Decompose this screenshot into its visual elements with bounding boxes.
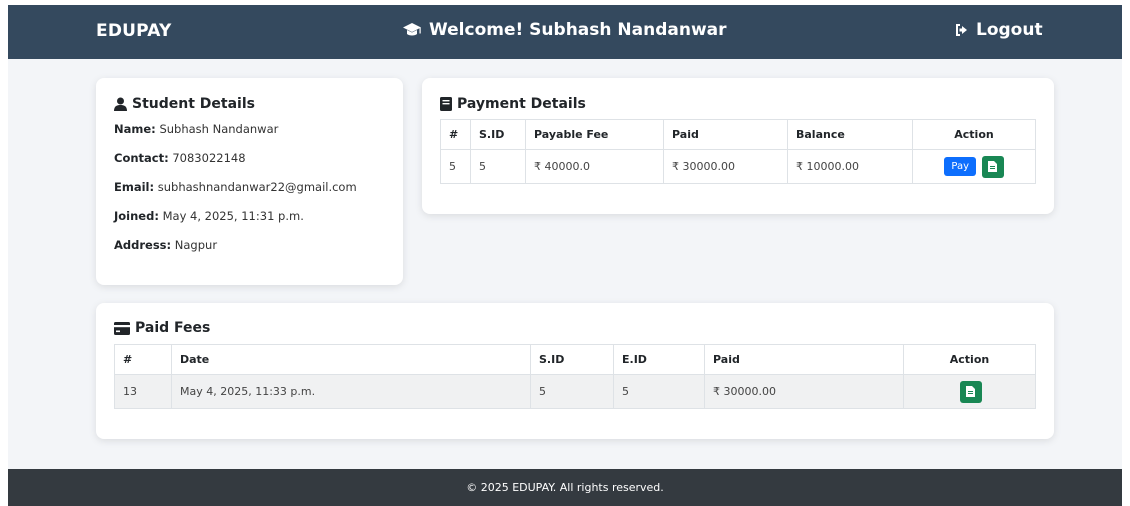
receipt-button[interactable] [981, 155, 1004, 178]
book-icon [440, 97, 452, 111]
student-contact-row: Contact: 7083022148 [114, 151, 246, 165]
table-header-row: # S.ID Payable Fee Paid Balance Action [440, 119, 1036, 150]
address-value: Nagpur [174, 238, 218, 252]
footer-text: © 2025 EDUPAY. All rights reserved. [466, 481, 664, 494]
col-header-sid: S.ID [530, 344, 614, 375]
sign-out-icon [954, 22, 971, 38]
cell-eid: 5 [613, 374, 705, 409]
logout-link[interactable]: Logout [954, 20, 1043, 40]
address-label: Address: [114, 238, 172, 252]
paid-fees-card: Paid Fees # Date S.ID E.ID Paid Action 1… [96, 303, 1054, 439]
student-name-row: Name: Subhash Nandanwar [114, 122, 278, 136]
student-address-row: Address: Nagpur [114, 238, 217, 252]
col-header-paid: Paid [704, 344, 904, 375]
student-details-card: Student Details Name: Subhash Nandanwar … [96, 78, 403, 285]
contact-label: Contact: [114, 151, 169, 165]
payment-details-heading: Payment Details [440, 96, 586, 112]
cell-paid: ₹ 30000.00 [663, 149, 788, 184]
joined-value: May 4, 2025, 11:31 p.m. [162, 209, 304, 223]
contact-value: 7083022148 [172, 151, 246, 165]
col-header-action: Action [912, 119, 1036, 150]
payment-details-title: Payment Details [457, 96, 586, 112]
page-frame: EDUPAY Welcome! Subhash Nandanwar Logout [8, 5, 1122, 506]
col-header-payable: Payable Fee [525, 119, 664, 150]
cell-sid: 5 [470, 149, 526, 184]
payment-details-card: Payment Details # S.ID Payable Fee Paid … [422, 78, 1054, 214]
cell-sid: 5 [530, 374, 614, 409]
table-header-row: # Date S.ID E.ID Paid Action [114, 344, 1036, 375]
student-email-row: Email: subhashnandanwar22@gmail.com [114, 180, 357, 194]
col-header-num: # [114, 344, 172, 375]
user-icon [114, 97, 127, 111]
student-joined-row: Joined: May 4, 2025, 11:31 p.m. [114, 209, 304, 223]
receipt-button[interactable] [959, 380, 982, 403]
cell-payable: ₹ 40000.0 [525, 149, 664, 184]
graduation-cap-icon [402, 22, 422, 38]
paid-fees-table: # Date S.ID E.ID Paid Action 13 May 4, 2… [114, 344, 1036, 409]
welcome-message: Welcome! Subhash Nandanwar [402, 20, 727, 40]
name-label: Name: [114, 122, 156, 136]
pay-button[interactable]: Pay [944, 157, 977, 176]
cell-date: May 4, 2025, 11:33 p.m. [171, 374, 531, 409]
col-header-paid: Paid [663, 119, 788, 150]
cell-num: 5 [440, 149, 471, 184]
cell-balance: ₹ 10000.00 [787, 149, 913, 184]
payment-table: # S.ID Payable Fee Paid Balance Action 5… [440, 119, 1036, 184]
brand-logo[interactable]: EDUPAY [96, 21, 171, 41]
navbar: EDUPAY Welcome! Subhash Nandanwar Logout [8, 5, 1122, 59]
cell-num: 13 [114, 374, 172, 409]
welcome-text: Welcome! Subhash Nandanwar [429, 20, 727, 40]
col-header-action: Action [903, 344, 1036, 375]
col-header-sid: S.ID [470, 119, 526, 150]
email-label: Email: [114, 180, 155, 194]
col-header-num: # [440, 119, 471, 150]
student-details-title: Student Details [132, 96, 255, 112]
credit-card-icon [114, 321, 130, 335]
file-icon [966, 386, 975, 397]
paid-fees-heading: Paid Fees [114, 320, 210, 336]
file-icon [988, 161, 998, 172]
joined-label: Joined: [114, 209, 159, 223]
email-value: subhashnandanwar22@gmail.com [157, 180, 357, 194]
col-header-date: Date [171, 344, 531, 375]
cell-action: Pay [912, 149, 1036, 184]
col-header-eid: E.ID [613, 344, 705, 375]
paid-fees-title: Paid Fees [135, 320, 211, 336]
cell-paid: ₹ 30000.00 [704, 374, 904, 409]
name-value: Subhash Nandanwar [159, 122, 279, 136]
table-row: 13 May 4, 2025, 11:33 p.m. 5 5 ₹ 30000.0… [114, 374, 1036, 409]
student-details-heading: Student Details [114, 96, 255, 112]
footer: © 2025 EDUPAY. All rights reserved. [8, 469, 1122, 506]
logout-label: Logout [976, 20, 1043, 40]
table-row: 5 5 ₹ 40000.0 ₹ 30000.00 ₹ 10000.00 Pay [440, 149, 1036, 184]
cell-action [903, 374, 1036, 409]
col-header-balance: Balance [787, 119, 913, 150]
